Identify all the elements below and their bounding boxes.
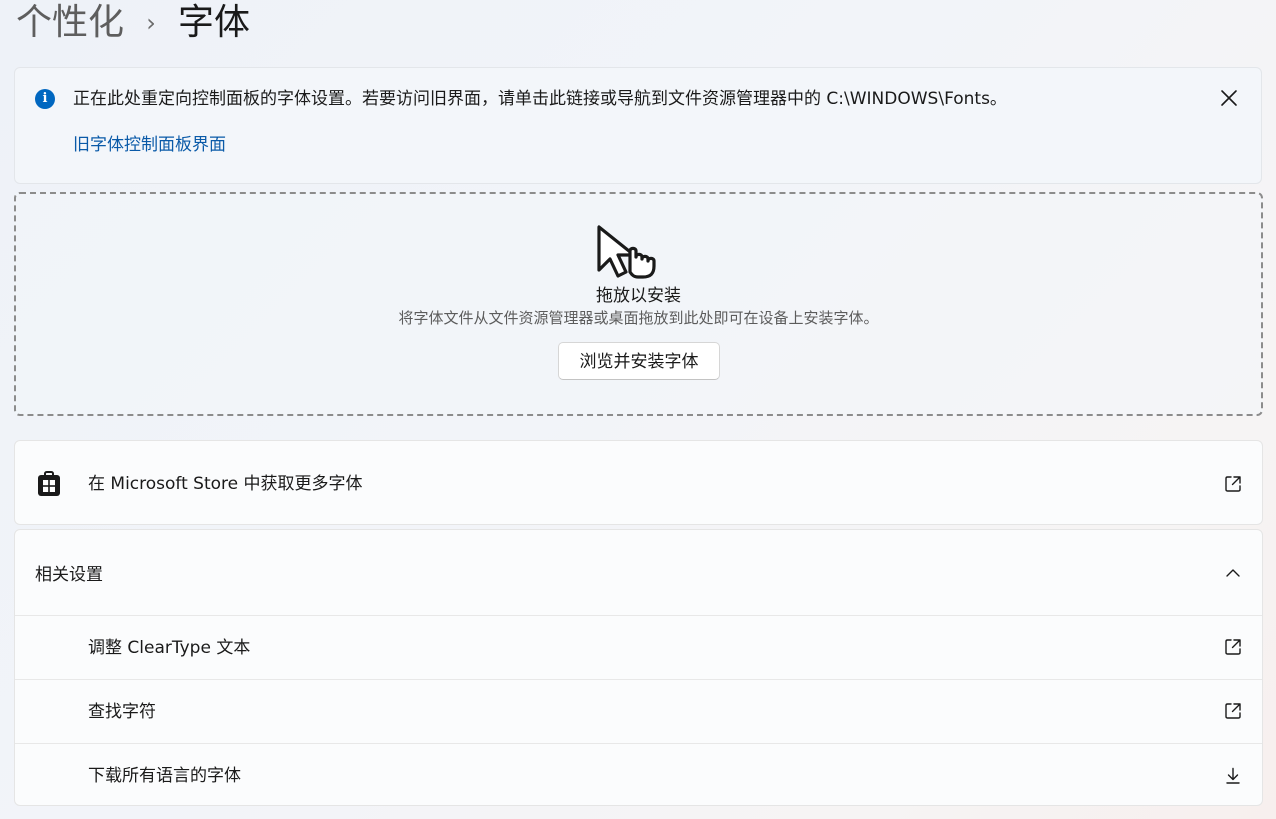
external-link-icon — [1225, 476, 1241, 492]
info-message: 正在此处重定向控制面板的字体设置。若要访问旧界面，请单击此链接或导航到文件资源管… — [73, 89, 1007, 109]
download-all-language-fonts-row[interactable]: 下载所有语言的字体 — [15, 743, 1262, 807]
drop-zone-title: 拖放以安装 — [596, 286, 681, 306]
close-icon[interactable] — [1217, 86, 1241, 110]
drag-drop-hand-icon — [597, 225, 656, 279]
character-map-row[interactable]: 查找字符 — [15, 679, 1262, 743]
download-icon — [1226, 767, 1240, 784]
character-map-label: 查找字符 — [88, 702, 156, 722]
browse-install-fonts-button[interactable]: 浏览并安装字体 — [558, 342, 720, 380]
drop-zone-description: 将字体文件从文件资源管理器或桌面拖放到此处即可在设备上安装字体。 — [398, 309, 879, 327]
chevron-up-icon — [1226, 569, 1240, 577]
breadcrumb-separator-icon: › — [146, 9, 156, 37]
related-settings-title: 相关设置 — [35, 565, 103, 585]
breadcrumb: 个性化 › 字体 — [16, 0, 250, 46]
font-drop-zone[interactable]: 拖放以安装 将字体文件从文件资源管理器或桌面拖放到此处即可在设备上安装字体。 浏… — [14, 192, 1263, 416]
related-settings-header[interactable]: 相关设置 — [15, 530, 1262, 615]
store-card-label: 在 Microsoft Store 中获取更多字体 — [88, 474, 363, 494]
store-icon — [38, 471, 60, 496]
breadcrumb-parent-personalization[interactable]: 个性化 — [16, 0, 124, 46]
page-title: 字体 — [178, 2, 251, 43]
related-settings-section: 相关设置 调整 ClearType 文本 查找字符 下载所有语言的字体 — [14, 529, 1263, 806]
download-all-language-fonts-label: 下载所有语言的字体 — [88, 766, 241, 786]
adjust-cleartype-row[interactable]: 调整 ClearType 文本 — [15, 615, 1262, 679]
external-link-icon — [1225, 703, 1241, 719]
microsoft-store-fonts-card[interactable]: 在 Microsoft Store 中获取更多字体 — [14, 440, 1263, 525]
legacy-fonts-control-panel-link[interactable]: 旧字体控制面板界面 — [73, 133, 226, 157]
info-icon: i — [35, 89, 55, 109]
adjust-cleartype-label: 调整 ClearType 文本 — [88, 638, 251, 658]
info-bar: i 正在此处重定向控制面板的字体设置。若要访问旧界面，请单击此链接或导航到文件资… — [14, 67, 1262, 184]
external-link-icon — [1225, 639, 1241, 655]
